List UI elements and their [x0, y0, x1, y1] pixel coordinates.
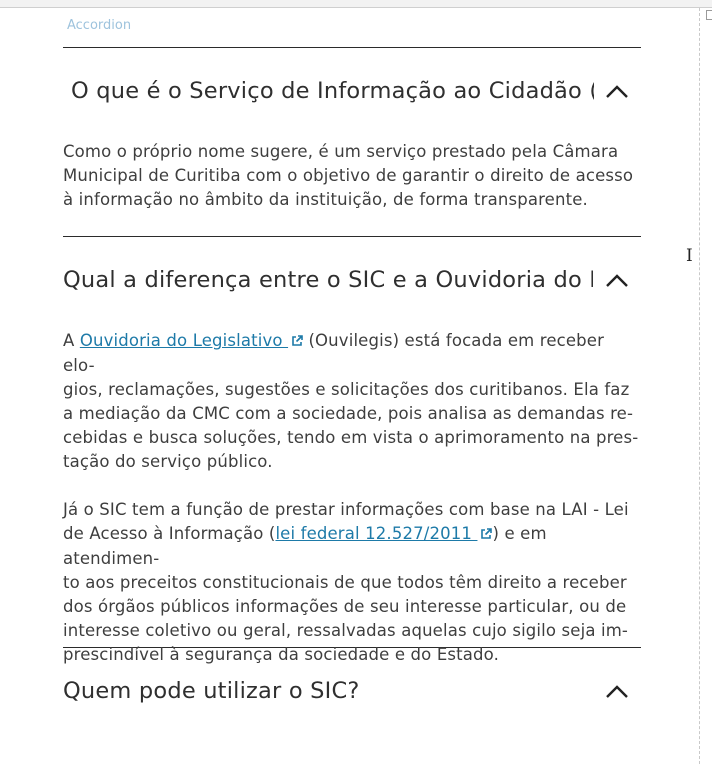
panel-line: a mediação da CMC com a sociedade, pois …	[63, 404, 634, 423]
ouvidoria-link[interactable]: Ouvidoria do Legislativo	[80, 331, 303, 350]
accordion-item: Quem pode utilizar o SIC?	[63, 647, 641, 740]
chevron-up-icon[interactable]	[605, 273, 629, 289]
panel-line: Como o próprio nome sugere, é um serviço…	[63, 142, 619, 161]
link-text[interactable]: lei federal 12.527/2011	[275, 524, 477, 543]
external-link-icon[interactable]	[291, 330, 303, 354]
chevron-up-icon[interactable]	[605, 684, 629, 700]
panel-line: de Acesso à Informação (lei federal 12.5…	[63, 522, 641, 571]
text-cursor-icon: I	[686, 246, 693, 266]
external-link-icon[interactable]	[480, 523, 493, 547]
text-run: de Acesso à Informação (	[63, 524, 276, 543]
accordion-header-quem-pode[interactable]: Quem pode utilizar o SIC?	[63, 648, 641, 740]
panel-line: tação do serviço público.	[63, 452, 273, 471]
accordion-header-diferenca[interactable]: Qual a diferença entre o SIC e a Ouvidor…	[63, 237, 641, 329]
panel-line: Já o SIC tem a função de prestar informa…	[63, 500, 629, 519]
accordion-title: O que é o Serviço de Informação ao Cidad…	[71, 78, 594, 104]
scroll-marker-icon	[706, 10, 712, 20]
panel-line: interesse coletivo ou geral, ressalvadas…	[63, 621, 629, 640]
page-edge-guide	[699, 8, 700, 764]
panel-line: dos órgãos públicos informações de seu i…	[63, 597, 627, 616]
link-text[interactable]: Ouvidoria do Legislativo	[80, 331, 288, 350]
accordion-item: Qual a diferença entre o SIC e a Ouvidor…	[63, 236, 641, 664]
accordion: O que é o Serviço de Informação ao Cidad…	[63, 47, 641, 740]
accordion-item: O que é o Serviço de Informação ao Cidad…	[63, 47, 641, 236]
chevron-up-icon[interactable]	[605, 84, 629, 100]
panel-line: cebidas e busca soluções, tendo em vista…	[63, 428, 639, 447]
accordion-caption: Accordion	[67, 18, 132, 33]
text-run: A	[63, 331, 80, 350]
panel-line: à informação no âmbito da instituição, d…	[63, 190, 588, 209]
lei-federal-link[interactable]: lei federal 12.527/2011	[275, 524, 493, 543]
panel-line: to aos preceitos constitucionais de que …	[63, 573, 627, 592]
accordion-title: Qual a diferença entre o SIC e a Ouvidor…	[63, 267, 593, 293]
panel-line: A Ouvidoria do Legislativo (Ouvilegis) e…	[63, 329, 641, 378]
accordion-panel: A Ouvidoria do Legislativo (Ouvilegis) e…	[63, 329, 641, 664]
accordion-title: Quem pode utilizar o SIC?	[63, 678, 360, 704]
panel-line: gios, reclamações, sugestões e solicitaç…	[63, 380, 630, 399]
accordion-header-sic[interactable]: O que é o Serviço de Informação ao Cidad…	[63, 48, 641, 140]
top-bar	[0, 0, 712, 8]
panel-line: Municipal de Curitiba com o objetivo de …	[63, 166, 634, 185]
accordion-panel: Como o próprio nome sugere, é um serviço…	[63, 140, 641, 236]
